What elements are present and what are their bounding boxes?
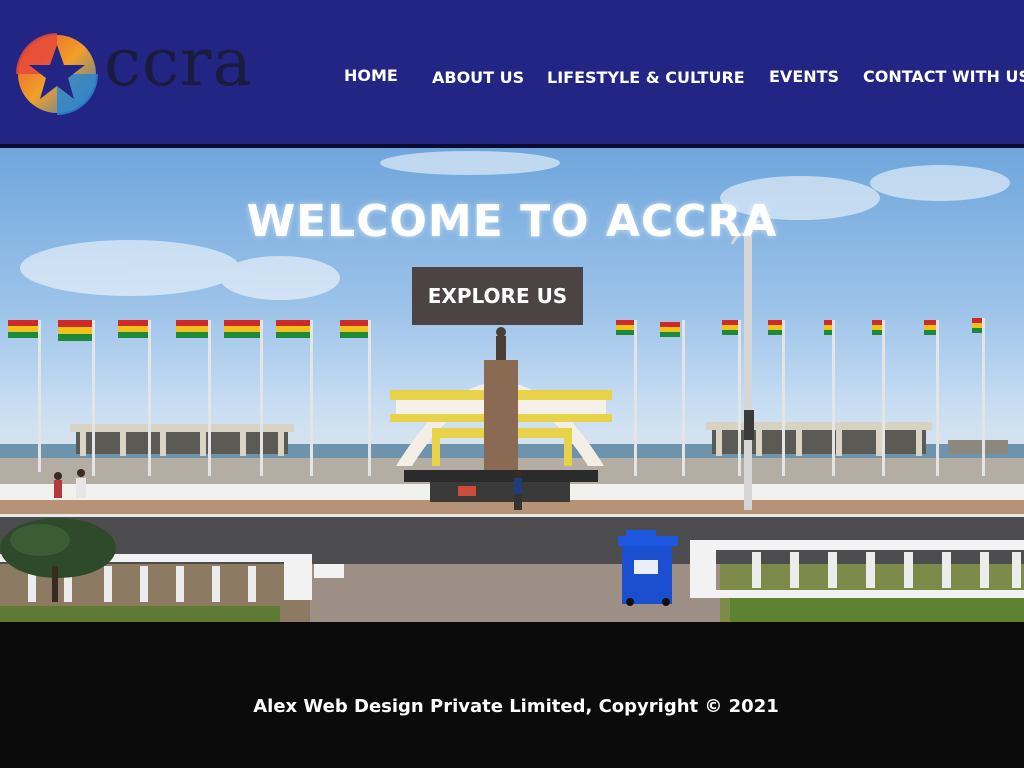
hero-banner: WELCOME TO ACCRA EXPLORE US	[0, 148, 1024, 622]
site-header: ccra HOME ABOUT US LIFESTYLE & CULTURE E…	[0, 0, 1024, 144]
nav-events[interactable]: EVENTS	[769, 67, 839, 86]
hero-title: WELCOME TO ACCRA	[246, 196, 778, 247]
nav-about-us[interactable]: ABOUT US	[432, 68, 524, 87]
main-nav: HOME ABOUT US LIFESTYLE & CULTURE EVENTS…	[0, 0, 1024, 144]
nav-contact[interactable]: CONTACT WITH US	[863, 67, 1024, 86]
nav-lifestyle-culture[interactable]: LIFESTYLE & CULTURE	[547, 68, 745, 87]
explore-us-button[interactable]: EXPLORE US	[412, 267, 583, 325]
site-footer: Alex Web Design Private Limited, Copyrig…	[0, 622, 1024, 768]
copyright-text: Alex Web Design Private Limited, Copyrig…	[253, 696, 779, 717]
nav-home[interactable]: HOME	[344, 66, 398, 85]
